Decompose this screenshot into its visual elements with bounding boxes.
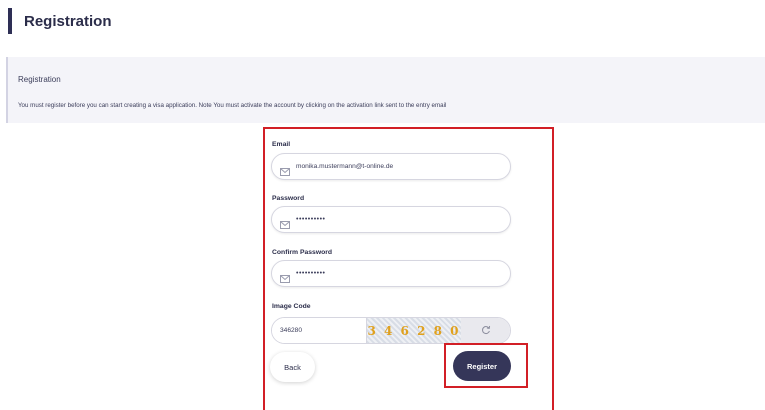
back-button[interactable]: Back [270, 352, 315, 382]
confirm-password-label: Confirm Password [272, 249, 333, 256]
captcha-row: 346280 3 4 6 2 8 0 [271, 317, 511, 344]
confirm-password-value: •••••••••• [296, 270, 326, 277]
confirm-password-field[interactable]: •••••••••• [271, 260, 511, 287]
refresh-icon [481, 322, 491, 340]
header-accent-bar [8, 8, 12, 34]
captcha-image: 3 4 6 2 8 0 [367, 318, 461, 343]
register-button[interactable]: Register [453, 351, 511, 381]
info-title: Registration [18, 75, 61, 84]
image-code-input[interactable]: 346280 [272, 318, 367, 343]
info-panel: Registration You must register before yo… [6, 57, 765, 123]
password-value: •••••••••• [296, 216, 326, 223]
envelope-icon [280, 270, 290, 283]
email-value: monika.mustermann@t-online.de [296, 163, 394, 170]
info-text: You must register before you can start c… [18, 102, 447, 109]
envelope-icon [280, 163, 290, 176]
registration-form: Email monika.mustermann@t-online.de Pass… [263, 127, 554, 410]
envelope-icon [280, 216, 290, 229]
page-header: Registration [8, 8, 112, 34]
password-field[interactable]: •••••••••• [271, 206, 511, 233]
image-code-label: Image Code [272, 303, 311, 310]
page-title: Registration [24, 12, 112, 30]
password-label: Password [272, 195, 305, 202]
email-label: Email [272, 141, 291, 148]
captcha-refresh-button[interactable] [461, 318, 510, 343]
email-field[interactable]: monika.mustermann@t-online.de [271, 153, 511, 180]
